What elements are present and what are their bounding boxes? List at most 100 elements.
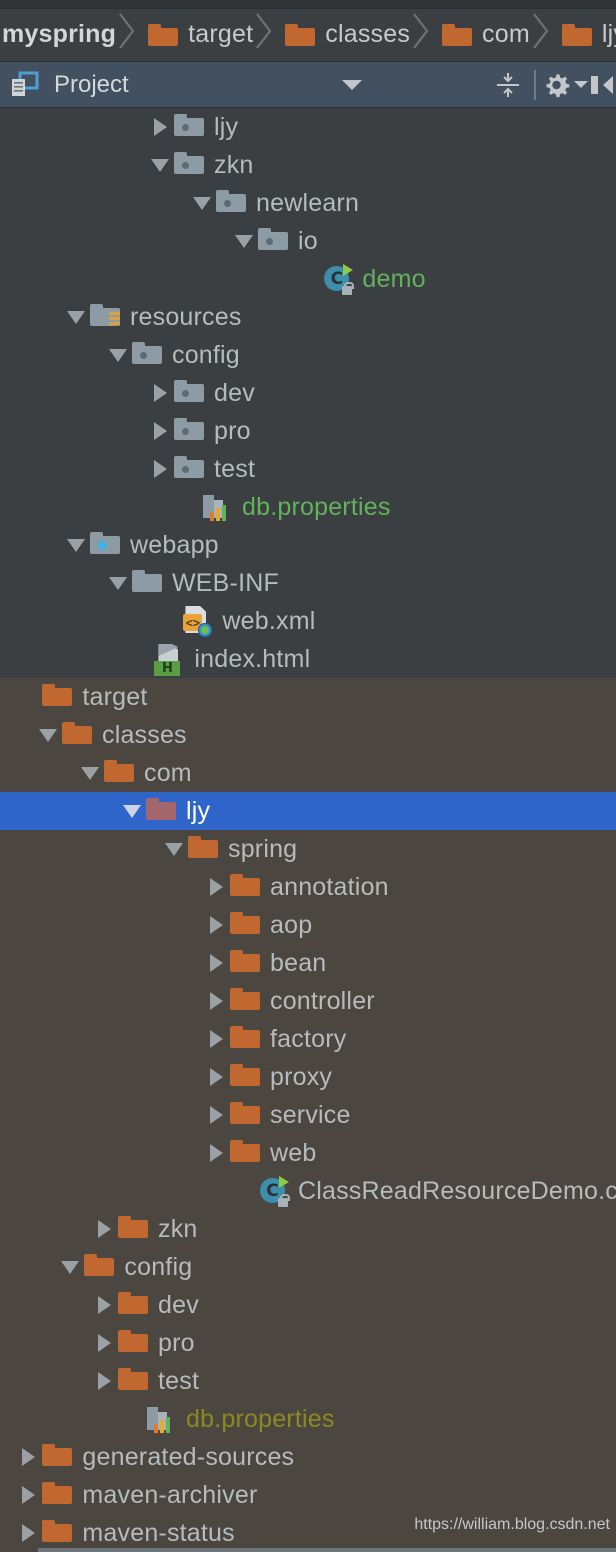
tree-row[interactable]: web: [0, 1134, 616, 1172]
chevron-right-icon[interactable]: [14, 1438, 42, 1476]
tree-row-label: bean: [270, 948, 327, 977]
tree-row[interactable]: Hindex.html: [0, 640, 616, 678]
chevron-down-icon[interactable]: [56, 1248, 84, 1286]
chevron-down-icon[interactable]: [118, 792, 146, 830]
chevron-right-icon[interactable]: [202, 1096, 230, 1134]
chevron-right-icon[interactable]: [146, 412, 174, 450]
tree-row[interactable]: aop: [0, 906, 616, 944]
chevron-down-icon[interactable]: [34, 716, 62, 754]
chevron-right-icon[interactable]: [202, 944, 230, 982]
tree-row[interactable]: test: [0, 450, 616, 488]
tree-row[interactable]: controller: [0, 982, 616, 1020]
settings-button[interactable]: [542, 65, 588, 105]
tree-row[interactable]: pro: [0, 412, 616, 450]
collapse-all-button[interactable]: [488, 65, 528, 105]
chevron-right-icon[interactable]: [14, 1476, 42, 1514]
horizontal-scrollbar[interactable]: [0, 1546, 616, 1552]
tree-row[interactable]: db.properties: [0, 488, 616, 526]
tree-row[interactable]: zkn: [0, 146, 616, 184]
tree-row[interactable]: test: [0, 1362, 616, 1400]
tree-row[interactable]: com: [0, 754, 616, 792]
tree-row[interactable]: spring: [0, 830, 616, 868]
tree-row[interactable]: config: [0, 1248, 616, 1286]
folder-icon: [42, 1444, 73, 1470]
tree-row[interactable]: factory: [0, 1020, 616, 1058]
tree-row[interactable]: annotation: [0, 868, 616, 906]
chevron-down-icon[interactable]: [76, 754, 104, 792]
tree-row[interactable]: <> web.xml: [0, 602, 616, 640]
tree-row-label: aop: [270, 910, 313, 939]
breadcrumb-item-label: myspring: [2, 20, 117, 48]
tree-row[interactable]: dev: [0, 1286, 616, 1324]
chevron-down-icon[interactable]: [230, 222, 258, 260]
project-toolbar: Project: [0, 62, 616, 108]
tree-row[interactable]: target: [0, 678, 616, 716]
chevron-down-icon[interactable]: [104, 336, 132, 374]
chevron-right-icon[interactable]: [146, 108, 174, 146]
chevron-right-icon[interactable]: [90, 1210, 118, 1248]
tree-row[interactable]: Cdemo: [0, 260, 616, 298]
tree-row-label: config: [124, 1252, 193, 1281]
breadcrumb-item-com[interactable]: com: [432, 8, 532, 62]
chevron-right-icon[interactable]: [202, 868, 230, 906]
chevron-right-icon[interactable]: [90, 1286, 118, 1324]
tree-row[interactable]: db.properties: [0, 1400, 616, 1438]
folder-icon: [230, 950, 260, 976]
tree-row-label: index.html: [194, 644, 311, 673]
tree-row-label: ljy: [214, 112, 239, 141]
view-mode-dropdown-button[interactable]: [332, 65, 372, 105]
tree-row[interactable]: resources: [0, 298, 616, 336]
breadcrumb-item-label: com: [482, 20, 530, 48]
chevron-right-icon[interactable]: [90, 1324, 118, 1362]
chevron-right-icon[interactable]: [90, 1362, 118, 1400]
chevron-right-icon[interactable]: [146, 450, 174, 488]
tree-row[interactable]: ljy: [0, 792, 616, 830]
breadcrumb-item-myspring[interactable]: myspring: [0, 8, 118, 62]
tree-row[interactable]: bean: [0, 944, 616, 982]
java-class-icon: C: [322, 264, 355, 295]
xml-file-icon: <>: [182, 606, 213, 637]
tree-row[interactable]: WEB-INF: [0, 564, 616, 602]
chevron-right-icon[interactable]: [202, 1058, 230, 1096]
folder-icon: [42, 684, 73, 710]
tree-row[interactable]: pro: [0, 1324, 616, 1362]
tree-row-label: test: [214, 454, 256, 483]
chevron-right-icon[interactable]: [202, 1020, 230, 1058]
chevron-right-icon[interactable]: [202, 906, 230, 944]
watermark-text: https://william.blog.csdn.net: [414, 1516, 610, 1533]
chevron-down-icon[interactable]: [62, 526, 90, 564]
tree-row[interactable]: classes: [0, 716, 616, 754]
tree-row[interactable]: ljy: [0, 108, 616, 146]
properties-file-icon: [146, 1405, 176, 1433]
breadcrumb-item-target[interactable]: target: [138, 8, 255, 62]
tree-row[interactable]: C ClassReadResourceDemo.clas: [0, 1172, 616, 1210]
tree-row[interactable]: config: [0, 336, 616, 374]
chevron-down-icon[interactable]: [62, 298, 90, 336]
tree-row[interactable]: zkn: [0, 1210, 616, 1248]
chevron-down-icon[interactable]: [160, 830, 188, 868]
chevron-down-icon[interactable]: [188, 184, 216, 222]
gear-icon: [546, 73, 570, 97]
tree-row[interactable]: dev: [0, 374, 616, 412]
tree-row[interactable]: maven-archiver: [0, 1476, 616, 1514]
tree-row-label: ClassReadResourceDemo.clas: [298, 1176, 616, 1205]
tree-row[interactable]: webapp: [0, 526, 616, 564]
tree-row[interactable]: proxy: [0, 1058, 616, 1096]
folder-icon: [42, 1520, 73, 1546]
chevron-right-icon[interactable]: [146, 374, 174, 412]
tree-row[interactable]: service: [0, 1096, 616, 1134]
chevron-down-icon: [342, 79, 362, 90]
chevron-right-icon[interactable]: [202, 982, 230, 1020]
chevron-right-icon[interactable]: [202, 1134, 230, 1172]
chevron-down-icon[interactable]: [104, 564, 132, 602]
chevron-down-icon[interactable]: [146, 146, 174, 184]
folder-icon: [118, 1368, 148, 1394]
hide-panel-button[interactable]: [588, 65, 616, 105]
tree-row[interactable]: newlearn: [0, 184, 616, 222]
tree-row[interactable]: generated-sources: [0, 1438, 616, 1476]
project-tree[interactable]: ljy zkn newlearn io Cdemo resources config dev p…: [0, 108, 616, 1552]
tree-row[interactable]: io: [0, 222, 616, 260]
breadcrumb-item-classes[interactable]: classes: [275, 8, 412, 62]
breadcrumb-item-ljy[interactable]: ljy: [552, 8, 616, 62]
